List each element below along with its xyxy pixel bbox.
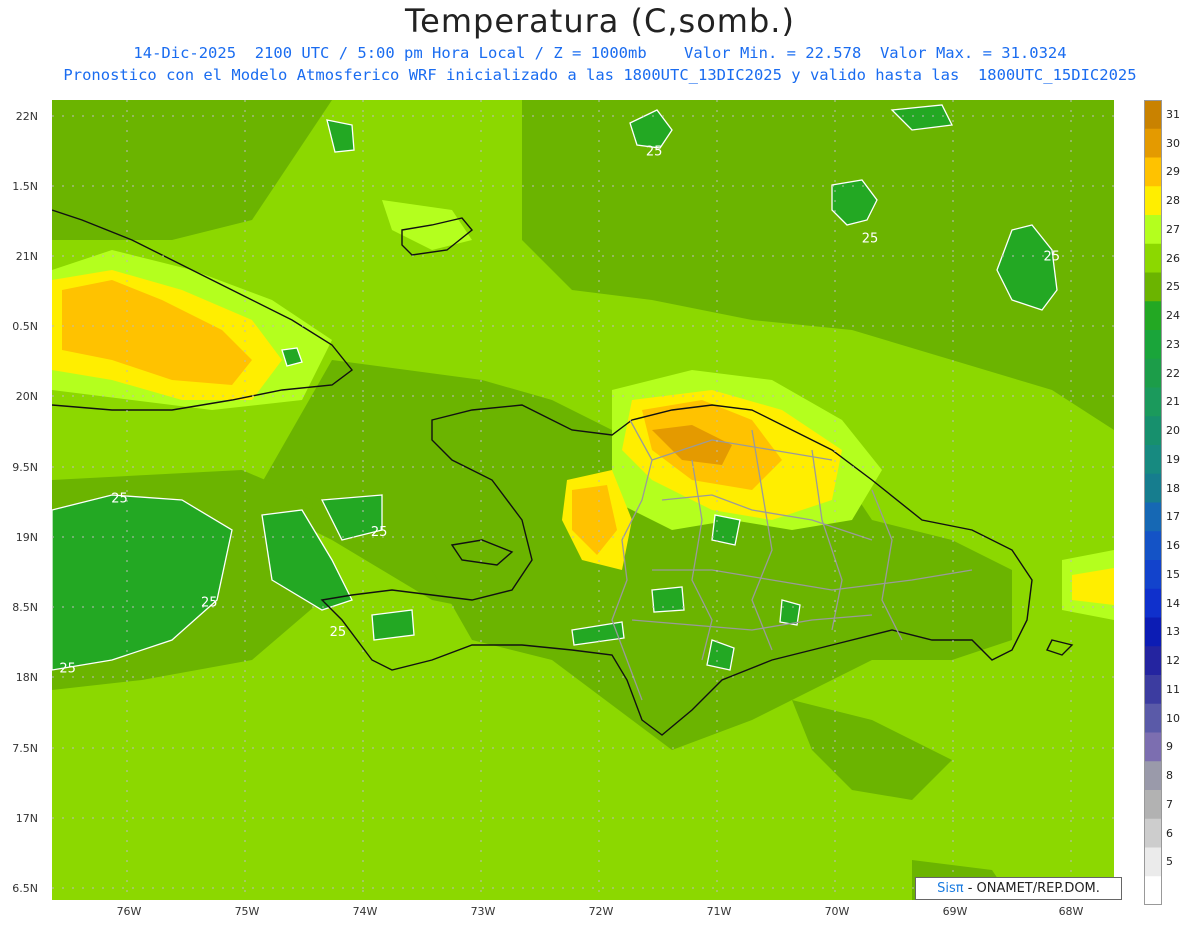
legend-color-box <box>1144 128 1162 158</box>
legend-label: 7 <box>1166 797 1173 811</box>
legend-color-box <box>1144 847 1162 877</box>
legend-label: 10 <box>1166 711 1180 725</box>
legend-color-box <box>1144 588 1162 618</box>
legend-color-box <box>1144 186 1162 216</box>
legend-color-box <box>1144 157 1162 187</box>
legend-label: 5 <box>1166 855 1173 869</box>
longitude-label: 69W <box>942 905 968 918</box>
legend-color-box <box>1144 387 1162 417</box>
legend-label: 26 <box>1166 251 1180 265</box>
latitude-label: 22N <box>15 110 38 123</box>
contour-label: 25 <box>1043 250 1060 265</box>
color-legend <box>1144 100 1162 905</box>
contour-label: 25 <box>59 661 76 676</box>
contour-label: 25 <box>201 595 218 610</box>
credit-box: Sisπ - ONAMET/REP.DOM. <box>915 877 1122 900</box>
legend-color-box <box>1144 560 1162 590</box>
legend-label: 30 <box>1166 136 1180 150</box>
legend-label: 29 <box>1166 165 1180 179</box>
legend-color-box <box>1144 531 1162 561</box>
legend-color-box <box>1144 330 1162 360</box>
legend-label: 6 <box>1166 826 1173 840</box>
legend-label: 13 <box>1166 625 1180 639</box>
longitude-label: 70W <box>824 905 850 918</box>
subtitle-valid-time: 14-Dic-2025 2100 UTC / 5:00 pm Hora Loca… <box>133 44 1067 62</box>
legend-label: 21 <box>1166 395 1180 409</box>
contour-label: 25 <box>371 525 388 540</box>
latitude-label: 6.5N <box>12 882 38 895</box>
latitude-label: 18N <box>15 671 38 684</box>
legend-color-box <box>1144 358 1162 388</box>
legend-color-box <box>1144 876 1162 905</box>
longitude-label: 74W <box>352 905 378 918</box>
contour-label: 25 <box>330 625 347 640</box>
legend-color-box <box>1144 445 1162 475</box>
legend-label: 31 <box>1166 107 1180 121</box>
legend-label: 15 <box>1166 567 1180 581</box>
latitude-label: 20N <box>15 390 38 403</box>
legend-label: 22 <box>1166 366 1180 380</box>
legend-label: 14 <box>1166 596 1180 610</box>
map-title: Temperatura (C,somb.) <box>405 2 795 40</box>
legend-label: 11 <box>1166 682 1180 696</box>
latitude-label: 17N <box>15 812 38 825</box>
legend-color-box <box>1144 473 1162 503</box>
contour-label: 25 <box>111 491 128 506</box>
latitude-label: 7.5N <box>12 742 38 755</box>
legend-color-box <box>1144 617 1162 647</box>
legend-color-box <box>1144 416 1162 446</box>
legend-label: 27 <box>1166 222 1180 236</box>
sispi-logo-text: Sisπ <box>937 881 964 896</box>
legend-color-box <box>1144 502 1162 532</box>
legend-color-box <box>1144 790 1162 820</box>
legend-label: 23 <box>1166 337 1180 351</box>
legend-color-box <box>1144 272 1162 302</box>
longitude-label: 76W <box>116 905 142 918</box>
legend-label: 8 <box>1166 769 1173 782</box>
latitude-label: 0.5N <box>12 320 38 333</box>
legend-label: 16 <box>1166 539 1180 552</box>
latitude-label: 9.5N <box>12 461 38 474</box>
longitude-label: 71W <box>706 905 732 918</box>
legend-label: 18 <box>1166 481 1180 495</box>
legend-color-box <box>1144 646 1162 676</box>
latitude-label: 8.5N <box>12 601 38 614</box>
legend-label: 25 <box>1166 280 1180 294</box>
legend-label: 9 <box>1166 740 1173 754</box>
longitude-label: 75W <box>234 905 260 918</box>
legend-label: 28 <box>1166 194 1180 207</box>
contour-label: 25 <box>862 231 879 246</box>
legend-color-box <box>1144 675 1162 705</box>
longitude-label: 73W <box>470 905 496 918</box>
longitude-label: 68W <box>1058 905 1084 918</box>
temperature-map: 25 25 25 25 25 25 25 25 <box>52 100 1114 900</box>
legend-color-box <box>1144 761 1162 791</box>
latitude-label: 21N <box>15 250 38 263</box>
legend-label: 24 <box>1166 309 1180 322</box>
legend-color-box <box>1144 243 1162 273</box>
legend-color-box <box>1144 818 1162 848</box>
legend-color-box <box>1144 215 1162 245</box>
subtitle-model-info: Pronostico con el Modelo Atmosferico WRF… <box>63 66 1137 84</box>
legend-color-box <box>1144 100 1162 130</box>
legend-label: 20 <box>1166 424 1180 437</box>
legend-color-box <box>1144 732 1162 762</box>
legend-color-box <box>1144 301 1162 331</box>
longitude-label: 72W <box>588 905 614 918</box>
credit-text: - ONAMET/REP.DOM. <box>963 881 1100 896</box>
latitude-label: 19N <box>15 531 38 544</box>
latitude-label: 1.5N <box>12 180 38 193</box>
legend-label: 17 <box>1166 510 1180 524</box>
legend-label: 19 <box>1166 452 1180 466</box>
legend-label: 12 <box>1166 654 1180 667</box>
legend-color-box <box>1144 703 1162 733</box>
contour-label: 25 <box>646 144 663 159</box>
